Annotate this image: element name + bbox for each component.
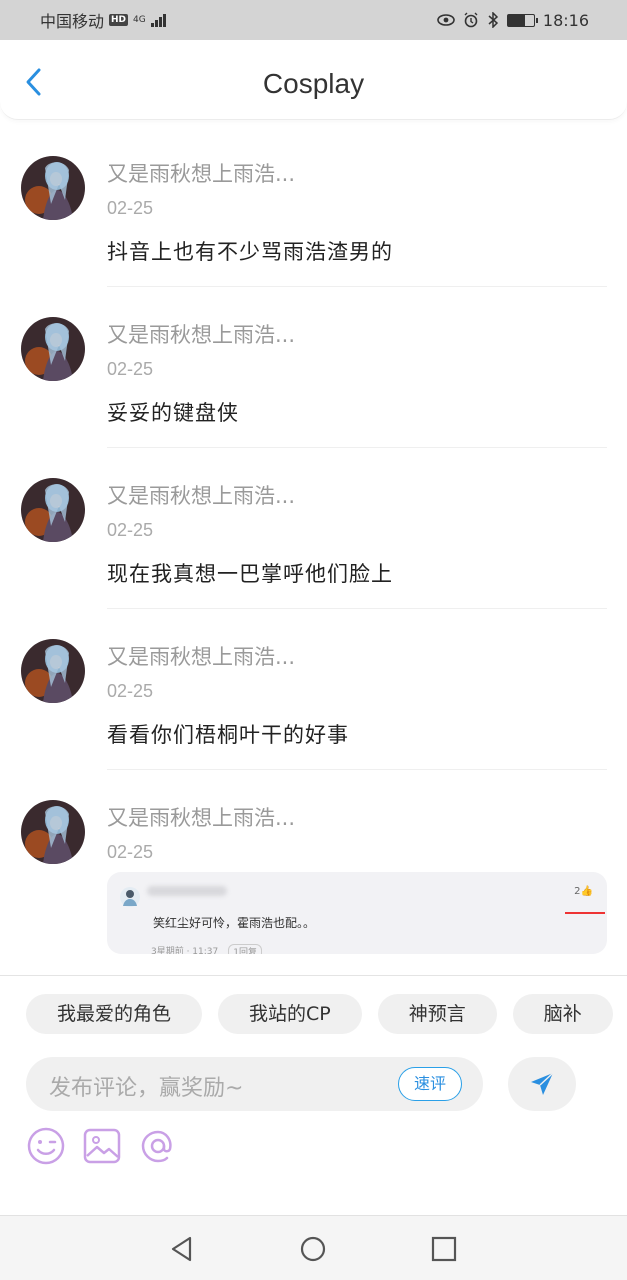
hd-badge: HD <box>109 14 129 26</box>
nav-back-icon[interactable] <box>168 1234 198 1264</box>
comment-text: 妥妥的键盘侠 <box>107 401 239 425</box>
topic-chip[interactable]: 我站的CP <box>218 994 362 1034</box>
comment-username[interactable]: 又是雨秋想上雨浩... <box>107 641 295 671</box>
status-left: 中国移动 HD 4G <box>40 8 166 32</box>
comment-text: 抖音上也有不少骂雨浩渣男的 <box>107 240 393 264</box>
comment-username[interactable]: 又是雨秋想上雨浩... <box>107 802 295 832</box>
avatar[interactable] <box>21 800 85 864</box>
image-icon[interactable] <box>82 1126 122 1166</box>
embed-time: 3星期前 · 11:37 <box>151 947 219 954</box>
battery-level <box>507 14 525 26</box>
at-icon[interactable] <box>138 1126 178 1166</box>
comment-text: 现在我真想一巴掌呼他们脸上 <box>107 562 393 586</box>
clock: 18:16 <box>542 10 589 30</box>
emoji-icon[interactable] <box>26 1126 66 1166</box>
comment-item[interactable]: 又是雨秋想上雨浩... 02-25 现在我真想一巴掌呼他们脸上 <box>0 448 627 609</box>
comment-date: 02-25 <box>107 520 154 540</box>
status-bar: 中国移动 HD 4G 18:16 <box>0 0 627 40</box>
topic-chips: 我最爱的角色 我站的CP 神预言 脑补 <box>26 994 613 1034</box>
comment-date: 02-25 <box>107 842 154 862</box>
quick-review-button[interactable]: 速评 <box>397 1067 462 1101</box>
alarm-icon <box>464 12 478 28</box>
comment-input-placeholder: 发布评论，赢奖励~ <box>49 1076 244 1101</box>
comment-username[interactable]: 又是雨秋想上雨浩... <box>107 319 295 349</box>
comment-text: 看看你们梧桐叶干的好事 <box>107 723 349 747</box>
comment-date: 02-25 <box>107 359 154 379</box>
comment-image[interactable]: 2👍 笑红尘好可怜，霍雨浩也配。。 3星期前 · 11:37 1回复 <box>107 872 607 954</box>
topic-chip[interactable]: 脑补 <box>512 994 613 1034</box>
avatar[interactable] <box>21 156 85 220</box>
page-header: Cosplay <box>0 40 627 120</box>
network-type: 4G <box>133 14 146 25</box>
signal-icon <box>150 13 166 27</box>
user-avatar-icon <box>120 887 140 907</box>
status-right: 18:16 <box>437 11 589 30</box>
comment-date: 02-25 <box>107 681 154 701</box>
carrier-name: 中国移动 <box>40 12 105 31</box>
page-title: Cosplay <box>262 68 365 99</box>
comment-item[interactable]: 又是雨秋想上雨浩... 02-25 妥妥的键盘侠 <box>0 287 627 448</box>
nav-home-icon[interactable] <box>298 1234 328 1264</box>
eye-icon <box>437 14 455 26</box>
embed-meta: 3星期前 · 11:37 1回复 <box>151 944 262 954</box>
avatar[interactable] <box>21 639 85 703</box>
battery-icon <box>506 13 538 27</box>
paper-plane-icon <box>531 1072 554 1095</box>
embed-text: 笑红尘好可怜，霍雨浩也配。。 <box>153 916 316 930</box>
comment-item[interactable]: 又是雨秋想上雨浩... 02-25 看看你们梧桐叶干的好事 <box>0 609 627 770</box>
embed-like-count: 2👍 <box>574 886 593 897</box>
topic-chip[interactable]: 我最爱的角色 <box>26 994 203 1034</box>
comment-item[interactable]: 又是雨秋想上雨浩... 02-25 抖音上也有不少骂雨浩渣男的 <box>0 126 627 287</box>
comment-input[interactable]: 发布评论，赢奖励~ 速评 <box>26 1057 483 1111</box>
nav-recents-icon[interactable] <box>429 1234 459 1264</box>
bluetooth-icon <box>488 12 498 28</box>
avatar[interactable] <box>21 478 85 542</box>
comment-username[interactable]: 又是雨秋想上雨浩... <box>107 158 295 188</box>
blurred-username <box>147 886 227 896</box>
topic-chip[interactable]: 神预言 <box>377 994 497 1034</box>
comment-date: 02-25 <box>107 198 154 218</box>
comment-username[interactable]: 又是雨秋想上雨浩... <box>107 480 295 510</box>
system-navigation-bar <box>0 1215 627 1280</box>
send-button[interactable] <box>508 1057 576 1111</box>
embed-replies: 1回复 <box>228 944 262 954</box>
comment-compose-panel: 我最爱的角色 我站的CP 神预言 脑补 发布评论，赢奖励~ 速评 <box>0 975 627 1215</box>
red-underline <box>565 912 605 914</box>
avatar[interactable] <box>21 317 85 381</box>
